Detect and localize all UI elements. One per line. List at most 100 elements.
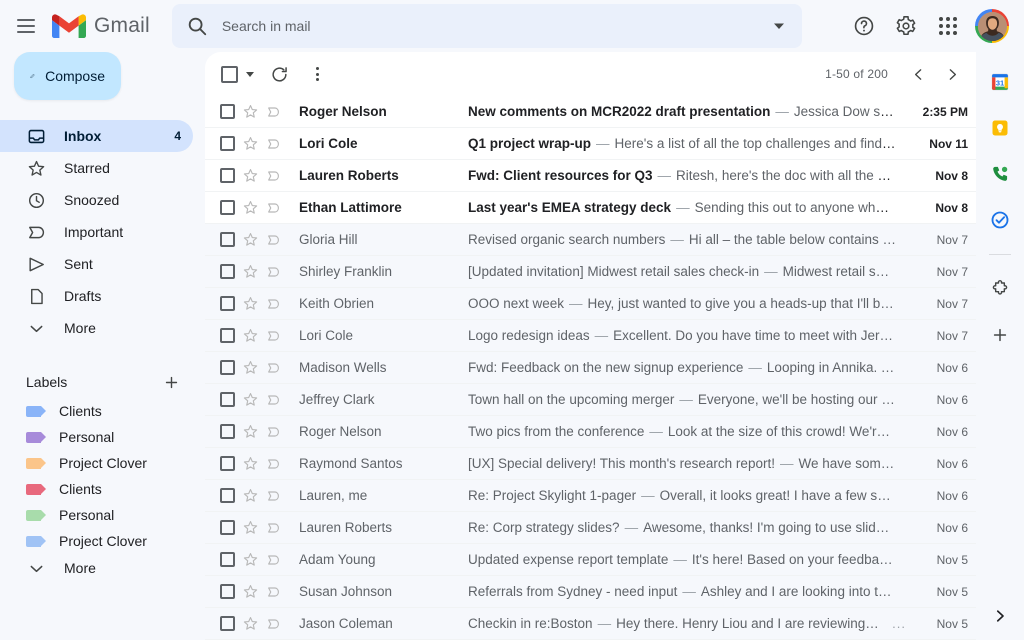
- important-icon[interactable]: [263, 101, 285, 123]
- chevron-left-icon[interactable]: [902, 58, 934, 90]
- row-checkbox[interactable]: [217, 582, 237, 602]
- important-icon[interactable]: [263, 197, 285, 219]
- important-icon[interactable]: [263, 581, 285, 603]
- table-row[interactable]: Shirley Franklin[Updated invitation] Mid…: [205, 256, 976, 288]
- table-row[interactable]: Lauren RobertsRe: Corp strategy slides?—…: [205, 512, 976, 544]
- select-all-control[interactable]: [217, 66, 258, 83]
- gear-icon[interactable]: [886, 6, 926, 46]
- row-checkbox[interactable]: [217, 262, 237, 282]
- important-icon[interactable]: [263, 421, 285, 443]
- table-row[interactable]: Gloria HillRevised organic search number…: [205, 224, 976, 256]
- table-row[interactable]: Adam YoungUpdated expense report templat…: [205, 544, 976, 576]
- compose-button[interactable]: Compose: [14, 52, 121, 100]
- row-checkbox[interactable]: [217, 134, 237, 154]
- star-icon[interactable]: [239, 549, 261, 571]
- row-checkbox[interactable]: [217, 518, 237, 538]
- search-options-button[interactable]: [766, 13, 792, 39]
- important-icon[interactable]: [263, 453, 285, 475]
- row-checkbox[interactable]: [217, 326, 237, 346]
- search-bar[interactable]: [172, 4, 802, 48]
- chevron-down-icon[interactable]: [246, 72, 254, 77]
- table-row[interactable]: Jason ColemanCheckin in re:Boston—Hey th…: [205, 608, 976, 640]
- voice-icon[interactable]: [984, 158, 1016, 190]
- table-row[interactable]: Raymond Santos[UX] Special delivery! Thi…: [205, 448, 976, 480]
- star-icon[interactable]: [239, 517, 261, 539]
- star-icon[interactable]: [239, 261, 261, 283]
- plus-icon[interactable]: [161, 372, 181, 392]
- important-icon[interactable]: [263, 517, 285, 539]
- table-row[interactable]: Roger NelsonNew comments on MCR2022 draf…: [205, 96, 976, 128]
- row-checkbox[interactable]: [217, 102, 237, 122]
- expand-panel-button[interactable]: [984, 600, 1016, 632]
- sidebar-item-sent[interactable]: Sent: [0, 248, 193, 280]
- tasks-icon[interactable]: [984, 204, 1016, 236]
- chevron-right-icon[interactable]: [936, 58, 968, 90]
- star-icon[interactable]: [239, 613, 261, 635]
- keep-icon[interactable]: [984, 112, 1016, 144]
- sidebar-item-starred[interactable]: Starred: [0, 152, 193, 184]
- star-icon[interactable]: [239, 229, 261, 251]
- table-row[interactable]: Keith ObrienOOO next week—Hey, just want…: [205, 288, 976, 320]
- important-icon[interactable]: [263, 293, 285, 315]
- star-icon[interactable]: [239, 325, 261, 347]
- important-icon[interactable]: [263, 485, 285, 507]
- more-vertical-icon[interactable]: [300, 57, 334, 91]
- table-row[interactable]: Roger NelsonTwo pics from the conference…: [205, 416, 976, 448]
- row-checkbox[interactable]: [217, 166, 237, 186]
- table-row[interactable]: Lori ColeLogo redesign ideas—Excellent. …: [205, 320, 976, 352]
- avatar[interactable]: [972, 6, 1012, 46]
- star-icon[interactable]: [239, 133, 261, 155]
- label-item[interactable]: Personal: [0, 424, 193, 450]
- puzzle-icon[interactable]: [984, 273, 1016, 305]
- star-icon[interactable]: [239, 453, 261, 475]
- label-item[interactable]: Project Clover: [0, 528, 193, 554]
- sidebar-item-important[interactable]: Important: [0, 216, 193, 248]
- row-checkbox[interactable]: [217, 390, 237, 410]
- important-icon[interactable]: [263, 613, 285, 635]
- sidebar-item-snoozed[interactable]: Snoozed: [0, 184, 193, 216]
- star-icon[interactable]: [239, 293, 261, 315]
- table-row[interactable]: Lauren RobertsFwd: Client resources for …: [205, 160, 976, 192]
- star-icon[interactable]: [239, 389, 261, 411]
- star-icon[interactable]: [239, 485, 261, 507]
- row-checkbox[interactable]: [217, 230, 237, 250]
- table-row[interactable]: Madison WellsFwd: Feedback on the new si…: [205, 352, 976, 384]
- calendar-icon[interactable]: 31: [984, 66, 1016, 98]
- refresh-icon[interactable]: [262, 57, 296, 91]
- plus-icon[interactable]: [984, 319, 1016, 351]
- row-checkbox[interactable]: [217, 198, 237, 218]
- table-row[interactable]: Ethan LattimoreLast year's EMEA strategy…: [205, 192, 976, 224]
- important-icon[interactable]: [263, 261, 285, 283]
- label-item[interactable]: Clients: [0, 398, 193, 424]
- star-icon[interactable]: [239, 101, 261, 123]
- important-icon[interactable]: [263, 133, 285, 155]
- important-icon[interactable]: [263, 325, 285, 347]
- sidebar-item-more[interactable]: More: [0, 312, 193, 344]
- important-icon[interactable]: [263, 549, 285, 571]
- important-icon[interactable]: [263, 389, 285, 411]
- important-icon[interactable]: [263, 229, 285, 251]
- star-icon[interactable]: [239, 165, 261, 187]
- row-checkbox[interactable]: [217, 294, 237, 314]
- table-row[interactable]: Susan JohnsonReferrals from Sydney - nee…: [205, 576, 976, 608]
- sidebar-item-inbox[interactable]: Inbox 4: [0, 120, 193, 152]
- label-item[interactable]: Project Clover: [0, 450, 193, 476]
- table-row[interactable]: Lori ColeQ1 project wrap-up—Here's a lis…: [205, 128, 976, 160]
- gmail-brand[interactable]: Gmail: [52, 13, 150, 39]
- hamburger-icon[interactable]: [2, 2, 50, 50]
- sidebar-item-drafts[interactable]: Drafts: [0, 280, 193, 312]
- row-checkbox[interactable]: [217, 486, 237, 506]
- important-icon[interactable]: [263, 357, 285, 379]
- label-item[interactable]: Clients: [0, 476, 193, 502]
- star-icon[interactable]: [239, 421, 261, 443]
- help-icon[interactable]: [844, 6, 884, 46]
- important-icon[interactable]: [263, 165, 285, 187]
- row-checkbox[interactable]: [217, 614, 237, 634]
- row-checkbox[interactable]: [217, 454, 237, 474]
- row-checkbox[interactable]: [217, 550, 237, 570]
- star-icon[interactable]: [239, 197, 261, 219]
- star-icon[interactable]: [239, 581, 261, 603]
- table-row[interactable]: Lauren, meRe: Project Skylight 1-pager—O…: [205, 480, 976, 512]
- table-row[interactable]: Jeffrey ClarkTown hall on the upcoming m…: [205, 384, 976, 416]
- star-icon[interactable]: [239, 357, 261, 379]
